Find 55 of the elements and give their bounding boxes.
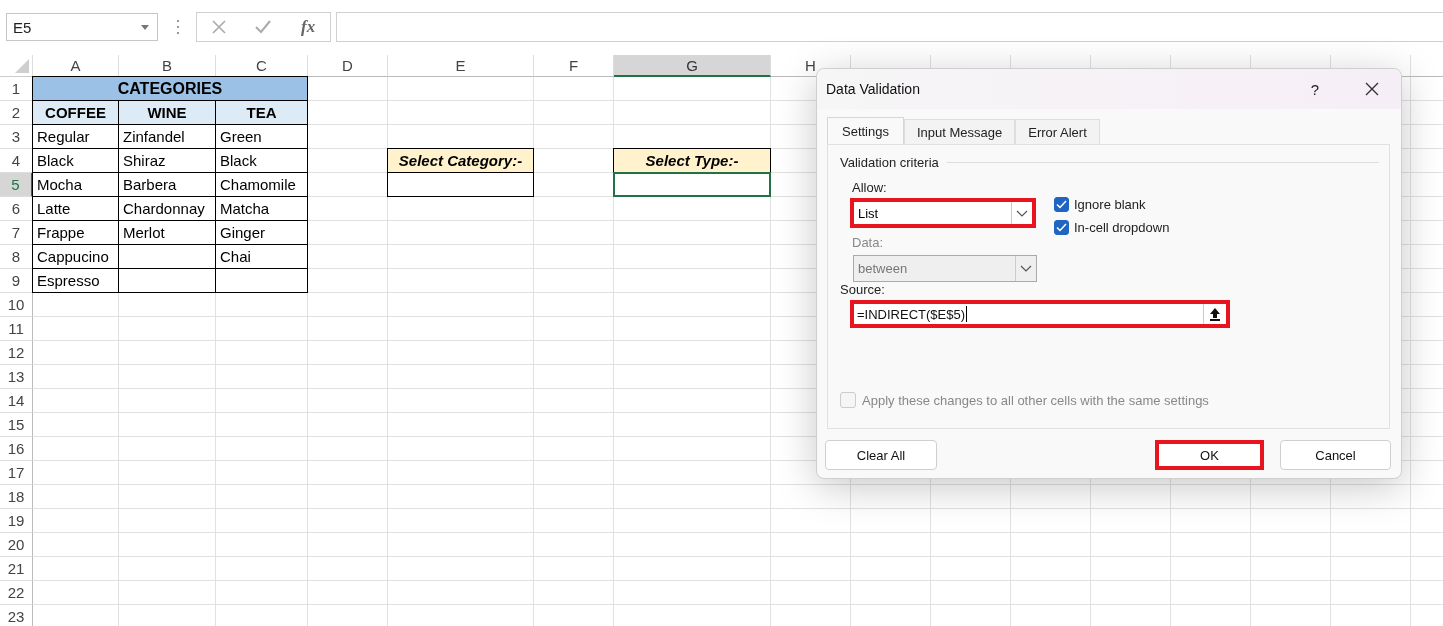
- checkbox-label: Apply these changes to all other cells with the same settings: [862, 392, 1209, 408]
- row-header[interactable]: 20: [0, 533, 33, 557]
- dialog-button[interactable]: OK: [1155, 440, 1264, 470]
- type-input-cell[interactable]: [613, 172, 771, 197]
- dialog-tab[interactable]: Error Alert: [1015, 119, 1100, 144]
- grip-icon: [176, 20, 180, 34]
- dialog-button[interactable]: Clear All: [825, 440, 937, 470]
- row-header[interactable]: 13: [0, 365, 33, 389]
- group-label: Validation criteria: [840, 155, 939, 170]
- row-header[interactable]: 5: [0, 173, 33, 197]
- help-button[interactable]: ?: [1310, 80, 1319, 98]
- checkbox[interactable]: [1054, 220, 1069, 235]
- allow-dropdown[interactable]: List: [850, 198, 1036, 228]
- row-header[interactable]: 10: [0, 293, 33, 317]
- row-header[interactable]: 22: [0, 581, 33, 605]
- checkbox-label: In-cell dropdown: [1074, 220, 1170, 235]
- source-label: Source:: [840, 282, 886, 297]
- chevron-icon: [1016, 209, 1028, 217]
- table-header: COFFEE: [32, 100, 119, 125]
- row-header[interactable]: 12: [0, 341, 33, 365]
- column-header[interactable]: D: [308, 55, 388, 77]
- table-header: TEA: [215, 100, 308, 125]
- table-title: CATEGORIES: [32, 76, 308, 101]
- row-header[interactable]: 17: [0, 461, 33, 485]
- caret-icon[interactable]: [141, 24, 149, 30]
- select-type-label: Select Type:-: [613, 148, 771, 173]
- chevron-icon: [1020, 265, 1032, 272]
- row-header[interactable]: 21: [0, 557, 33, 581]
- dialog-tab[interactable]: Input Message: [904, 119, 1016, 144]
- column-header[interactable]: G: [614, 55, 771, 77]
- data-label: Data:: [852, 235, 885, 250]
- checkbox-label: Ignore blank: [1074, 197, 1146, 212]
- name-box[interactable]: E5: [6, 13, 158, 41]
- row-header[interactable]: 16: [0, 437, 33, 461]
- dialog-button[interactable]: Cancel: [1280, 440, 1391, 470]
- dialog-tab[interactable]: Settings: [827, 117, 904, 144]
- check-icon[interactable]: [255, 20, 272, 34]
- checkbox[interactable]: [1054, 197, 1069, 212]
- close-icon[interactable]: [1365, 82, 1379, 96]
- table-header: WINE: [118, 100, 216, 125]
- row-header[interactable]: 23: [0, 605, 33, 626]
- row-header[interactable]: 11: [0, 317, 33, 341]
- category-input-cell[interactable]: [387, 172, 534, 197]
- row-header[interactable]: 19: [0, 509, 33, 533]
- row-header[interactable]: 15: [0, 413, 33, 437]
- formula-input[interactable]: [336, 12, 1443, 42]
- source-field[interactable]: =INDIRECT($E$5): [850, 300, 1230, 328]
- upload-icon[interactable]: [1210, 307, 1220, 321]
- insert-function-button[interactable]: fx: [301, 17, 316, 37]
- allow-label: Allow:: [852, 180, 888, 195]
- row-header[interactable]: 14: [0, 389, 33, 413]
- column-header[interactable]: E: [388, 55, 534, 77]
- row-header[interactable]: 18: [0, 485, 33, 509]
- dialog-title: Data Validation: [826, 81, 921, 97]
- select-category-label: Select Category:-: [387, 148, 534, 173]
